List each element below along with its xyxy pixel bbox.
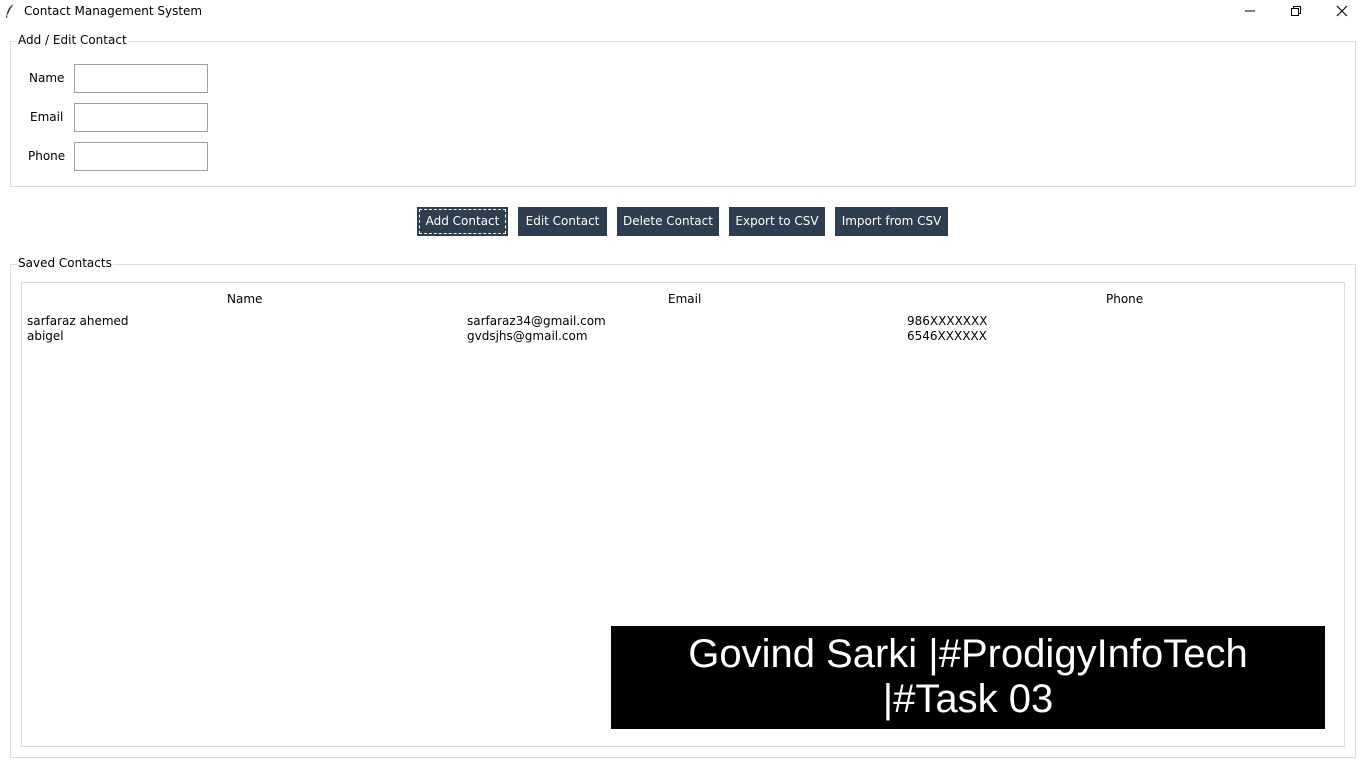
phone-label: Phone	[28, 149, 66, 163]
column-header-phone[interactable]: Phone	[1106, 292, 1143, 306]
cell-email: gvdsjhs@gmail.com	[467, 329, 588, 343]
export-csv-button[interactable]: Export to CSV	[729, 207, 825, 236]
minimize-button[interactable]	[1227, 0, 1273, 23]
add-contact-button[interactable]: Add Contact	[417, 207, 508, 236]
name-label: Name	[29, 71, 65, 85]
cell-phone: 6546XXXXXX	[907, 329, 987, 343]
restore-icon	[1291, 6, 1301, 16]
import-csv-button[interactable]: Import from CSV	[835, 207, 948, 236]
cell-email: sarfaraz34@gmail.com	[467, 314, 606, 328]
column-header-email[interactable]: Email	[668, 292, 701, 306]
close-button[interactable]	[1319, 0, 1365, 23]
email-label: Email	[30, 110, 64, 124]
name-field[interactable]	[74, 64, 208, 93]
phone-field[interactable]	[74, 142, 208, 171]
banner-line-2: |#Task 03	[882, 677, 1054, 721]
contact-form-legend: Add / Edit Contact	[17, 33, 128, 47]
cell-name: sarfaraz ahemed	[27, 314, 129, 328]
watermark-banner: Govind Sarki |#ProdigyInfoTech |#Task 03	[611, 626, 1325, 729]
title-bar: Contact Management System	[0, 0, 1366, 23]
cell-name: abigel	[27, 329, 64, 343]
column-header-name[interactable]: Name	[227, 292, 262, 306]
minimize-icon	[1245, 10, 1255, 12]
email-field[interactable]	[74, 103, 208, 132]
saved-contacts-legend: Saved Contacts	[17, 256, 113, 270]
restore-button[interactable]	[1273, 0, 1319, 23]
banner-line-1: Govind Sarki |#ProdigyInfoTech	[688, 632, 1248, 676]
window-title: Contact Management System	[24, 4, 203, 18]
edit-contact-button[interactable]: Edit Contact	[518, 207, 607, 236]
cell-phone: 986XXXXXXX	[907, 314, 988, 328]
feather-icon	[6, 3, 15, 18]
contact-form-frame	[10, 41, 1356, 187]
delete-contact-button[interactable]: Delete Contact	[617, 207, 719, 236]
close-icon	[1336, 5, 1348, 17]
